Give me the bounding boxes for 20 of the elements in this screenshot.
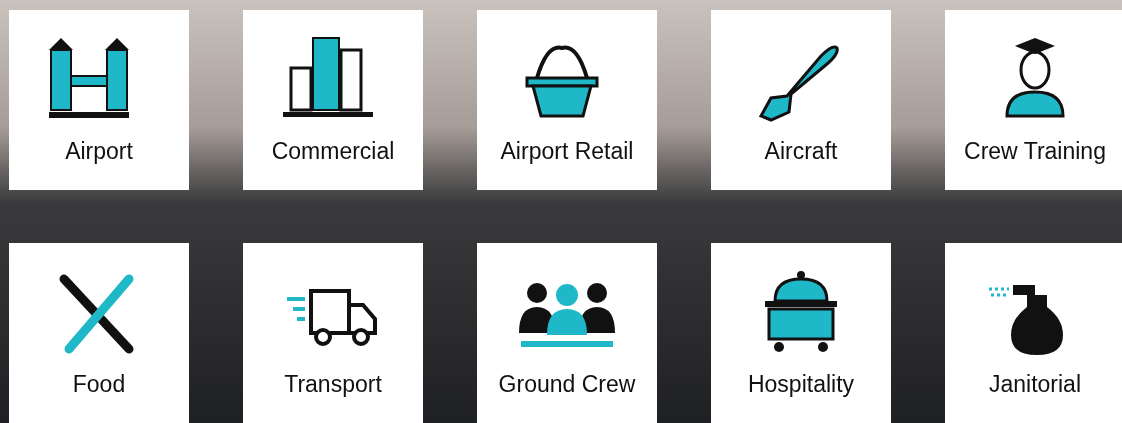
tile-label: Commercial: [271, 137, 395, 165]
category-tile[interactable]: Hospitality: [711, 243, 891, 423]
tile-label: Airport Retail: [500, 137, 634, 165]
category-tile[interactable]: Food: [9, 243, 189, 423]
category-tile[interactable]: Transport: [243, 243, 423, 423]
tile-label: Aircraft: [764, 137, 838, 165]
tile-label: Janitorial: [988, 370, 1081, 398]
category-tile[interactable]: Airport Retail: [477, 10, 657, 190]
tile-label: Transport: [284, 370, 382, 398]
category-tile[interactable]: Aircraft: [711, 10, 891, 190]
category-tile[interactable]: Commercial: [243, 10, 423, 190]
tile-label: Ground Crew: [498, 370, 636, 398]
category-tile[interactable]: Airport: [9, 10, 189, 190]
category-tile[interactable]: Crew Training: [945, 10, 1122, 190]
tile-label: Food: [72, 370, 126, 398]
category-tile[interactable]: Janitorial: [945, 243, 1122, 423]
tile-label: Hospitality: [747, 370, 855, 398]
tile-label: Crew Training: [964, 137, 1106, 165]
category-tile[interactable]: Ground Crew: [477, 243, 657, 423]
tile-label: Airport: [65, 137, 133, 165]
